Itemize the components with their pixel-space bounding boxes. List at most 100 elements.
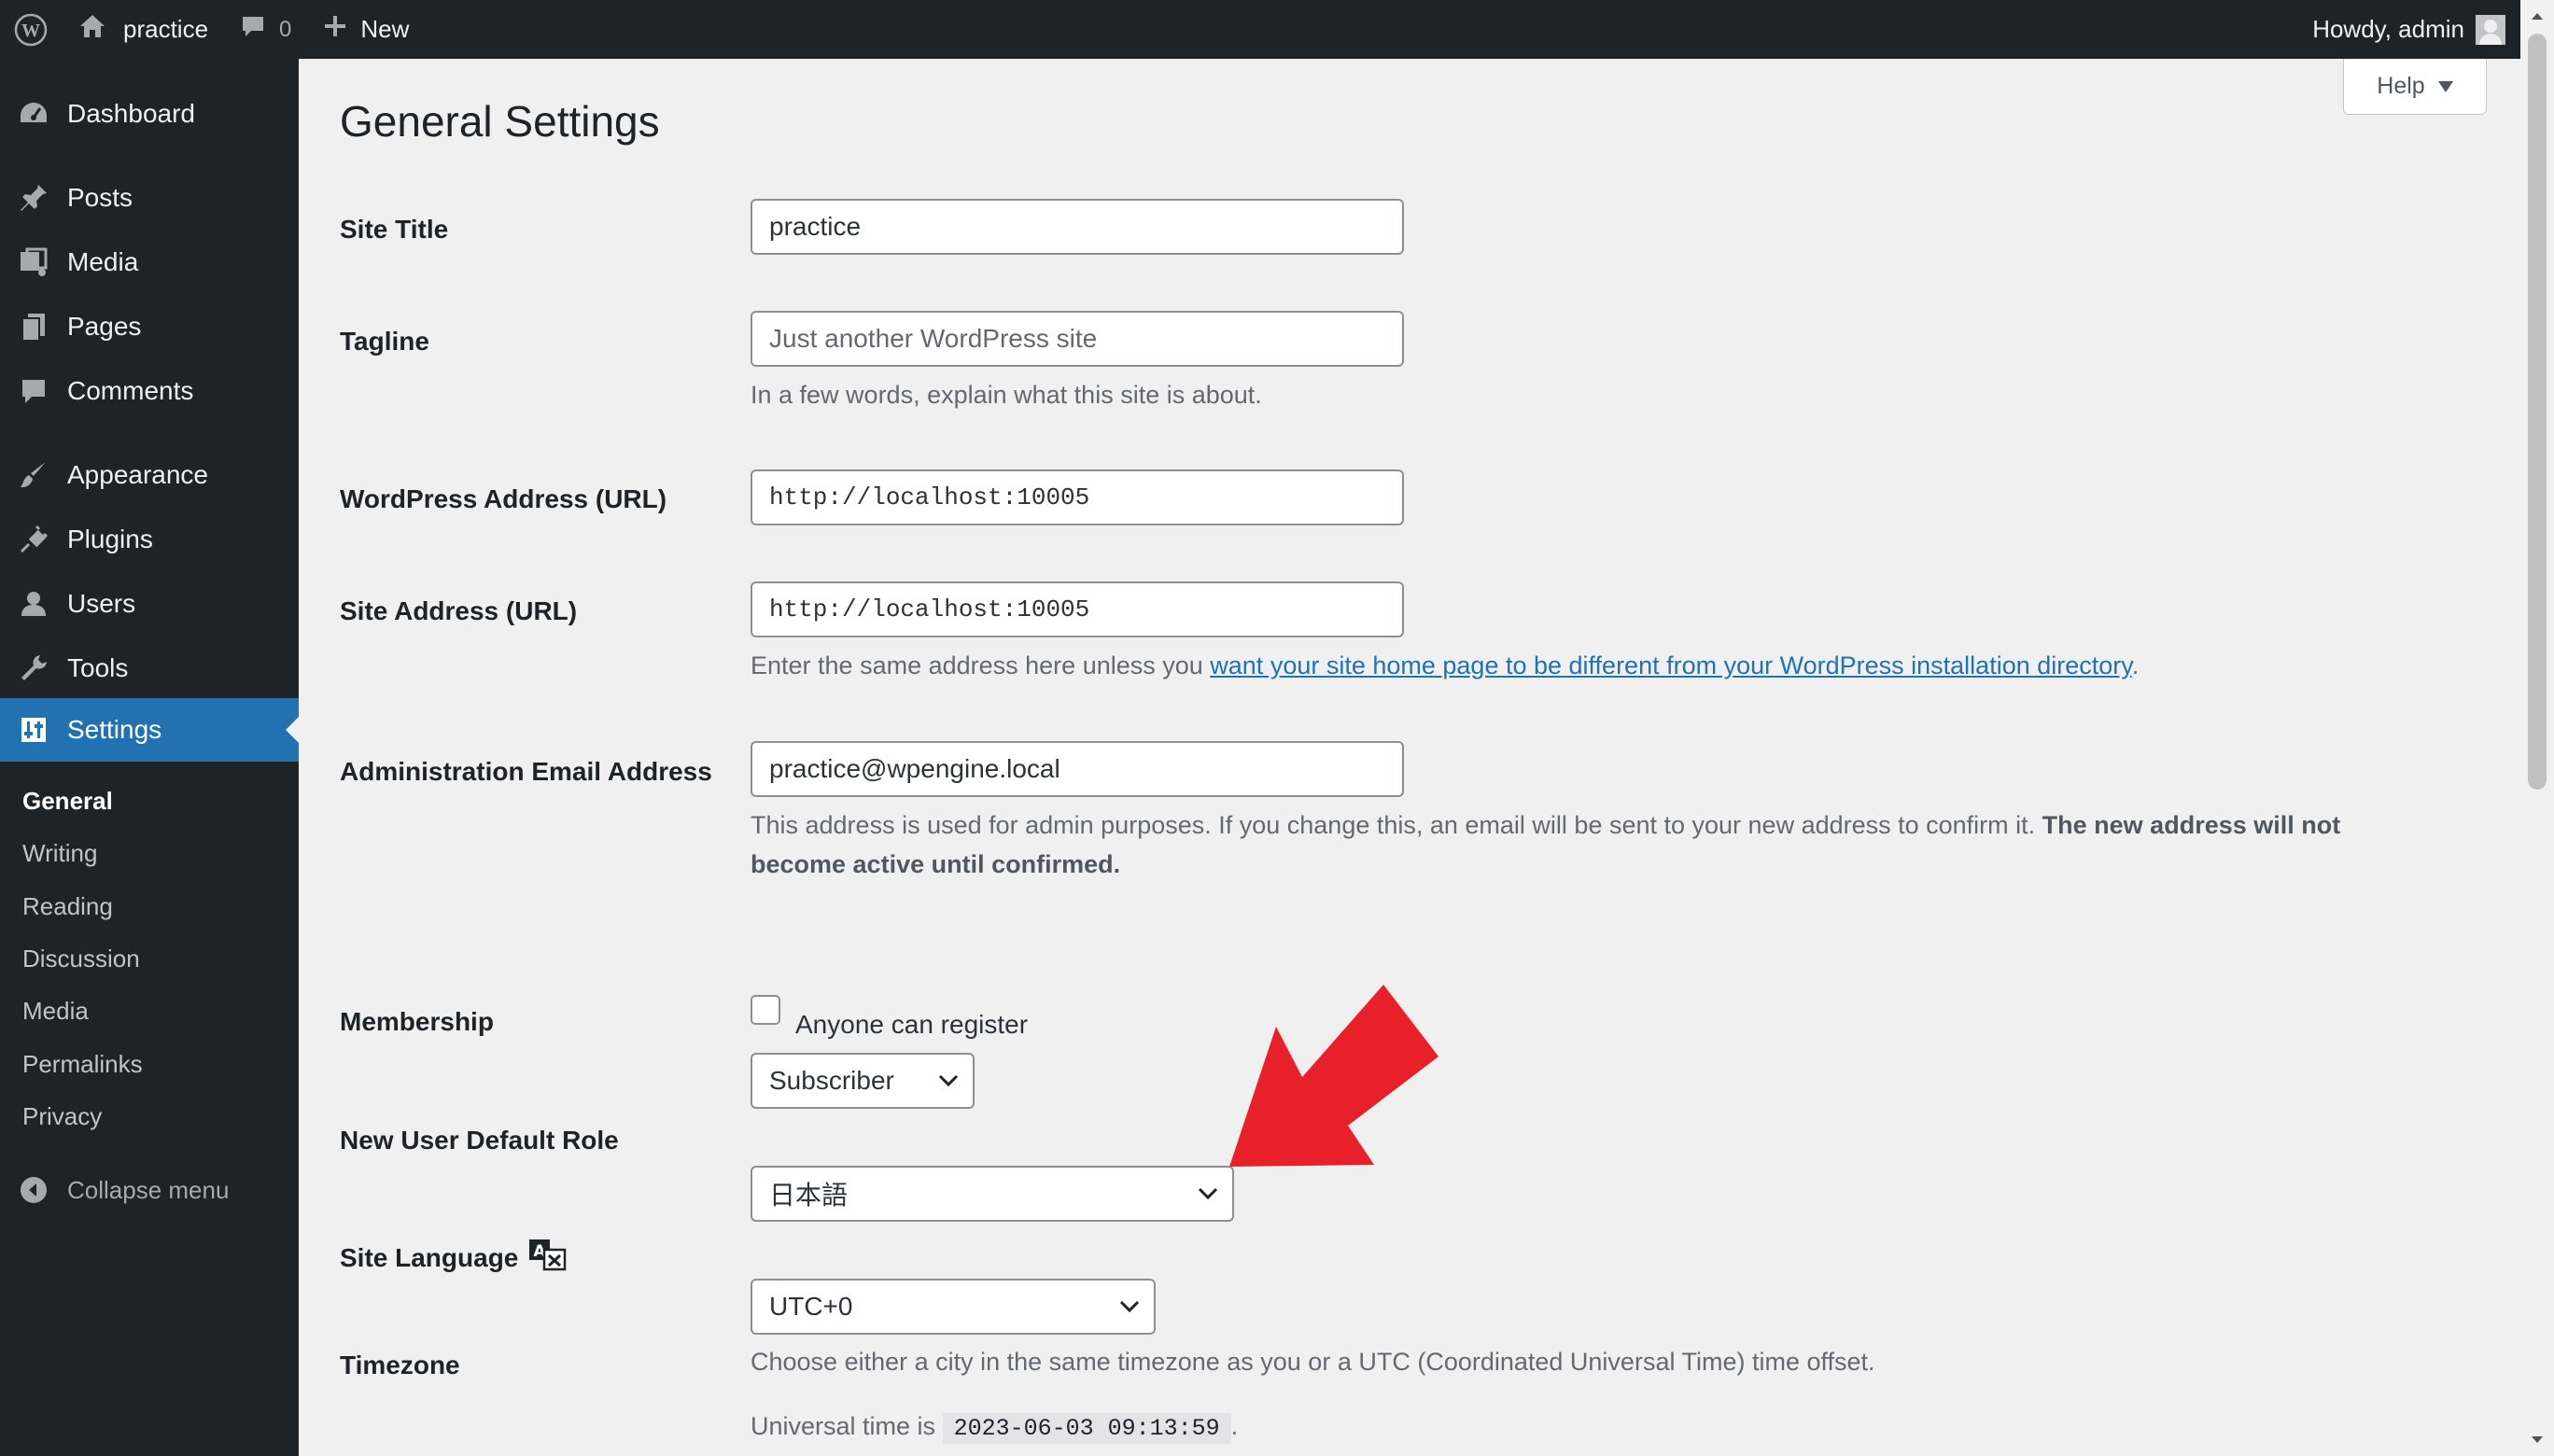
wrench-icon xyxy=(15,650,52,687)
pin-icon xyxy=(15,179,52,217)
admin-bar-new[interactable]: New xyxy=(323,0,409,59)
default-role-value: Subscriber xyxy=(769,1066,894,1095)
submenu-item-media[interactable]: Media xyxy=(22,997,89,1026)
settings-icon xyxy=(15,711,52,749)
sidebar-item-label: Comments xyxy=(67,376,194,405)
sidebar-item-tools[interactable]: Tools xyxy=(0,637,299,700)
scroll-down-icon[interactable] xyxy=(2520,1424,2554,1456)
timezone-select[interactable]: UTC+0 xyxy=(751,1279,1156,1335)
help-button[interactable]: Help xyxy=(2343,59,2487,115)
comment-icon xyxy=(240,13,266,46)
default-role-label: New User Default Role xyxy=(340,1126,619,1155)
site-address-input[interactable]: http://localhost:10005 xyxy=(751,581,1404,637)
site-language-label: Site Language xyxy=(340,1242,519,1272)
site-name: practice xyxy=(123,15,209,43)
chevron-down-icon xyxy=(1197,1183,1219,1205)
sidebar-item-settings[interactable]: Settings xyxy=(0,698,299,762)
submenu-item-permalinks[interactable]: Permalinks xyxy=(22,1050,143,1079)
red-arrow-annotation xyxy=(1229,985,1438,1167)
wp-address-label: WordPress Address (URL) xyxy=(340,484,667,513)
site-address-desc-end: . xyxy=(2131,651,2140,679)
collapse-label: Collapse menu xyxy=(67,1175,230,1204)
sidebar-item-dashboard[interactable]: Dashboard xyxy=(0,82,299,146)
site-address-desc-text: Enter the same address here unless you xyxy=(751,651,1211,679)
collapse-menu-button[interactable]: Collapse menu xyxy=(0,1162,299,1218)
new-label: New xyxy=(360,15,410,43)
avatar xyxy=(2476,14,2505,45)
help-label: Help xyxy=(2377,73,2425,99)
membership-label: Membership xyxy=(340,1007,494,1036)
site-language-select[interactable]: 日本語 xyxy=(751,1166,1234,1222)
plug-icon xyxy=(15,521,52,558)
sidebar-item-label: Posts xyxy=(67,183,133,212)
submenu-item-reading[interactable]: Reading xyxy=(22,892,113,921)
howdy-text: Howdy, admin xyxy=(2312,15,2464,43)
main-content: General Settings Help Site Title practic… xyxy=(299,59,2520,1456)
chevron-down-icon xyxy=(1118,1295,1141,1318)
site-title-label: Site Title xyxy=(340,215,449,244)
sidebar-item-label: Plugins xyxy=(67,525,153,553)
sidebar-item-posts[interactable]: Posts xyxy=(0,166,299,230)
admin-bar-site-link[interactable]: practice xyxy=(78,0,208,59)
sidebar-item-comments[interactable]: Comments xyxy=(0,359,299,423)
plus-icon xyxy=(323,14,347,45)
translation-icon: A xyxy=(527,1238,567,1278)
universal-time-value: 2023-06-03 09:13:59 xyxy=(942,1413,1231,1444)
admin-email-input[interactable]: practice@wpengine.local xyxy=(751,741,1404,797)
dashboard-icon xyxy=(15,95,52,133)
brush-icon xyxy=(15,456,52,494)
sidebar-item-label: Pages xyxy=(67,312,142,341)
universal-time-suffix: . xyxy=(1230,1412,1239,1440)
anyone-can-register-label[interactable]: Anyone can register xyxy=(795,1010,1028,1040)
sidebar-item-label: Media xyxy=(67,247,139,276)
site-language-value: 日本語 xyxy=(769,1181,849,1210)
page-scrollbar[interactable] xyxy=(2520,0,2554,1456)
submenu-item-discussion[interactable]: Discussion xyxy=(22,945,140,973)
page-title: General Settings xyxy=(340,97,660,146)
svg-text:W: W xyxy=(21,21,40,41)
site-title-input[interactable]: practice xyxy=(751,199,1404,255)
triangle-down-icon xyxy=(2437,80,2453,92)
admin-email-desc-text: This address is used for admin purposes.… xyxy=(751,811,2042,839)
different-home-link[interactable]: want your site home page to be different… xyxy=(1210,651,2131,679)
scroll-up-icon[interactable] xyxy=(2520,0,2554,32)
site-language-label-row: Site Language A xyxy=(340,1238,567,1278)
sidebar-item-pages[interactable]: Pages xyxy=(0,295,299,358)
admin-email-label: Administration Email Address xyxy=(340,757,712,786)
submenu-item-general[interactable]: General xyxy=(22,787,113,816)
scrollbar-thumb[interactable] xyxy=(2528,34,2547,790)
comments-count: 0 xyxy=(279,16,292,42)
sidebar-item-label: Appearance xyxy=(67,460,209,489)
wp-address-input[interactable]: http://localhost:10005 xyxy=(751,469,1404,525)
timezone-label: Timezone xyxy=(340,1351,460,1379)
admin-sidebar: Dashboard Posts Media Pages Comments App… xyxy=(0,59,299,1456)
sidebar-item-users[interactable]: Users xyxy=(0,572,299,636)
submenu-item-privacy[interactable]: Privacy xyxy=(22,1102,102,1131)
timezone-description: Choose either a city in the same timezon… xyxy=(751,1348,1875,1376)
admin-email-description: This address is used for admin purposes.… xyxy=(751,805,2356,884)
sidebar-item-label: Users xyxy=(67,589,136,618)
collapse-icon xyxy=(15,1171,52,1209)
sidebar-item-plugins[interactable]: Plugins xyxy=(0,508,299,571)
tagline-label: Tagline xyxy=(340,327,429,356)
anyone-can-register-checkbox[interactable] xyxy=(751,995,780,1025)
universal-time-row: Universal time is 2023-06-03 09:13:59. xyxy=(751,1407,1238,1449)
admin-bar: W practice 0 New Howdy, admin xyxy=(0,0,2554,59)
admin-bar-account[interactable]: Howdy, admin xyxy=(2312,0,2505,59)
sidebar-item-appearance[interactable]: Appearance xyxy=(0,443,299,507)
submenu-item-writing[interactable]: Writing xyxy=(22,839,97,868)
default-role-select[interactable]: Subscriber xyxy=(751,1053,975,1109)
sidebar-item-label: Settings xyxy=(67,715,162,744)
timezone-value: UTC+0 xyxy=(769,1292,853,1321)
sidebar-item-label: Dashboard xyxy=(67,99,195,128)
chevron-down-icon xyxy=(937,1070,960,1092)
tagline-description: In a few words, explain what this site i… xyxy=(751,381,1262,409)
pages-icon xyxy=(15,308,52,345)
wordpress-logo-icon[interactable]: W xyxy=(0,0,62,59)
admin-bar-comments[interactable]: 0 xyxy=(240,0,291,59)
user-icon xyxy=(15,585,52,623)
tagline-input[interactable]: Just another WordPress site xyxy=(751,311,1404,367)
universal-time-prefix: Universal time is xyxy=(751,1412,936,1440)
sidebar-item-label: Tools xyxy=(67,653,129,682)
sidebar-item-media[interactable]: Media xyxy=(0,231,299,294)
